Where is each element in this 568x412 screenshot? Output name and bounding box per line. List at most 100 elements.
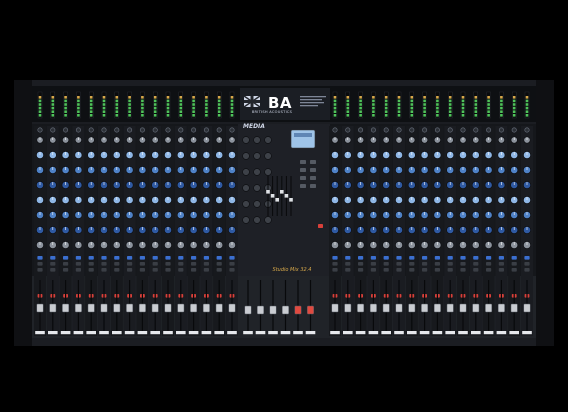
assign-button[interactable] <box>63 268 69 272</box>
select-button[interactable] <box>422 256 428 260</box>
pfl-button[interactable] <box>101 262 107 266</box>
aux-knob[interactable] <box>253 152 261 160</box>
master-mute-button[interactable] <box>318 224 323 228</box>
fader-cap[interactable] <box>331 303 339 313</box>
input-jack[interactable] <box>524 127 530 133</box>
assign-button[interactable] <box>345 268 351 272</box>
input-jack[interactable] <box>460 127 466 133</box>
select-button[interactable] <box>88 256 94 260</box>
select-button[interactable] <box>37 256 43 260</box>
input-jack[interactable] <box>139 127 145 133</box>
fader-cap[interactable] <box>164 303 172 313</box>
select-button[interactable] <box>139 256 145 260</box>
aux-knob[interactable] <box>253 136 261 144</box>
pfl-button[interactable] <box>63 262 69 266</box>
select-button[interactable] <box>178 256 184 260</box>
pfl-button[interactable] <box>511 262 517 266</box>
fader-cap[interactable] <box>408 303 416 313</box>
fader-cap[interactable] <box>485 303 493 313</box>
select-button[interactable] <box>434 256 440 260</box>
input-jack[interactable] <box>473 127 479 133</box>
select-button[interactable] <box>191 256 197 260</box>
assign-button[interactable] <box>409 268 415 272</box>
aux-knob[interactable] <box>253 216 261 224</box>
pfl-button[interactable] <box>345 262 351 266</box>
fader-cap[interactable] <box>151 303 159 313</box>
input-jack[interactable] <box>178 127 184 133</box>
eq-fader-cap[interactable] <box>289 198 293 202</box>
assign-button[interactable] <box>332 268 338 272</box>
fader-cap[interactable] <box>228 303 236 313</box>
fader-cap[interactable] <box>74 303 82 313</box>
fader-cap[interactable] <box>382 303 390 313</box>
pfl-button[interactable] <box>383 262 389 266</box>
fader-cap[interactable] <box>395 303 403 313</box>
select-button[interactable] <box>63 256 69 260</box>
master-button[interactable] <box>310 160 316 164</box>
aux-knob[interactable] <box>264 136 272 144</box>
assign-button[interactable] <box>447 268 453 272</box>
master-button[interactable] <box>310 168 316 172</box>
assign-button[interactable] <box>383 268 389 272</box>
input-jack[interactable] <box>75 127 81 133</box>
pfl-button[interactable] <box>486 262 492 266</box>
input-jack[interactable] <box>498 127 504 133</box>
input-jack[interactable] <box>37 127 43 133</box>
input-jack[interactable] <box>434 127 440 133</box>
assign-button[interactable] <box>216 268 222 272</box>
assign-button[interactable] <box>191 268 197 272</box>
assign-button[interactable] <box>114 268 120 272</box>
pfl-button[interactable] <box>75 262 81 266</box>
master-button[interactable] <box>310 176 316 180</box>
pfl-button[interactable] <box>434 262 440 266</box>
aux-knob[interactable] <box>242 200 250 208</box>
pfl-button[interactable] <box>422 262 428 266</box>
input-jack[interactable] <box>383 127 389 133</box>
select-button[interactable] <box>409 256 415 260</box>
eq-fader-cap[interactable] <box>270 194 275 198</box>
assign-button[interactable] <box>358 268 364 272</box>
aux-knob[interactable] <box>253 168 261 176</box>
select-button[interactable] <box>165 256 171 260</box>
assign-button[interactable] <box>37 268 43 272</box>
assign-button[interactable] <box>229 268 235 272</box>
assign-button[interactable] <box>434 268 440 272</box>
fader-cap[interactable] <box>100 303 108 313</box>
master-fader-cap[interactable] <box>244 305 252 315</box>
select-button[interactable] <box>460 256 466 260</box>
assign-button[interactable] <box>203 268 209 272</box>
pfl-button[interactable] <box>152 262 158 266</box>
pfl-button[interactable] <box>498 262 504 266</box>
assign-button[interactable] <box>486 268 492 272</box>
input-jack[interactable] <box>422 127 428 133</box>
assign-button[interactable] <box>524 268 530 272</box>
select-button[interactable] <box>50 256 56 260</box>
aux-knob[interactable] <box>264 152 272 160</box>
select-button[interactable] <box>152 256 158 260</box>
input-jack[interactable] <box>165 127 171 133</box>
input-jack[interactable] <box>486 127 492 133</box>
aux-knob[interactable] <box>264 168 272 176</box>
pfl-button[interactable] <box>229 262 235 266</box>
input-jack[interactable] <box>345 127 351 133</box>
select-button[interactable] <box>216 256 222 260</box>
assign-button[interactable] <box>165 268 171 272</box>
assign-button[interactable] <box>498 268 504 272</box>
pfl-button[interactable] <box>165 262 171 266</box>
assign-button[interactable] <box>152 268 158 272</box>
fader-cap[interactable] <box>497 303 505 313</box>
assign-button[interactable] <box>88 268 94 272</box>
assign-button[interactable] <box>50 268 56 272</box>
input-jack[interactable] <box>370 127 376 133</box>
fader-cap[interactable] <box>357 303 365 313</box>
fader-cap[interactable] <box>190 303 198 313</box>
fader-cap[interactable] <box>87 303 95 313</box>
aux-knob[interactable] <box>242 168 250 176</box>
master-button[interactable] <box>300 184 306 188</box>
assign-button[interactable] <box>101 268 107 272</box>
pfl-button[interactable] <box>191 262 197 266</box>
master-button[interactable] <box>300 160 306 164</box>
aux-knob[interactable] <box>253 184 261 192</box>
pfl-button[interactable] <box>139 262 145 266</box>
fader-cap[interactable] <box>446 303 454 313</box>
